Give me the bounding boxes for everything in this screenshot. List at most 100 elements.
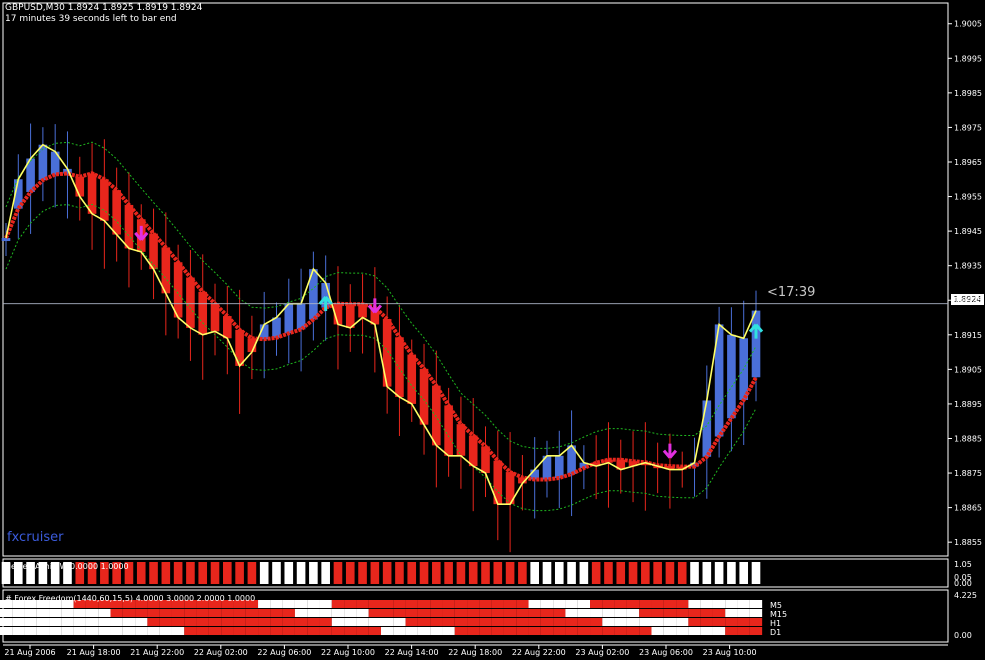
ff-cell: [245, 627, 259, 635]
ff-cell: [344, 609, 357, 617]
ha-bar: [653, 562, 662, 584]
ff-cell: [282, 600, 295, 608]
x-tick-label: 22 Aug 18:00: [448, 648, 502, 657]
ff-cell: [381, 600, 394, 608]
ha-bar: [505, 562, 515, 584]
ff-cell: [590, 618, 603, 626]
ff-cell: [196, 627, 209, 635]
ff-cell: [553, 600, 566, 608]
ha-bar: [345, 562, 355, 584]
ff-cell: [61, 609, 74, 617]
ff-cell: [737, 627, 750, 635]
ff-cell: [442, 600, 455, 608]
ha-bar: [444, 562, 453, 584]
ha-bar: [468, 562, 478, 584]
ff-cell: [602, 627, 615, 635]
ha-bar: [665, 562, 675, 584]
ha-bar: [456, 562, 466, 584]
candle-body: [1, 238, 11, 242]
forex-freedom-rows: [0, 600, 763, 635]
ff-cell: [565, 600, 578, 608]
ha-bar: [284, 562, 294, 584]
y-tick-label: 1.8935: [954, 262, 982, 271]
ff-cell: [688, 600, 701, 608]
ff-cell: [676, 627, 689, 635]
x-tick-label: 22 Aug 02:00: [194, 648, 248, 657]
ff-cell: [393, 627, 406, 635]
ff-cell: [12, 618, 25, 626]
x-tick-label: 23 Aug 02:00: [575, 648, 629, 657]
ff-cell: [577, 618, 591, 626]
ff-cell: [491, 609, 504, 617]
ff-cell: [381, 618, 394, 626]
ha-bar: [136, 562, 146, 584]
ff-cell: [307, 618, 320, 626]
ff-cell: [639, 600, 652, 608]
ff-cell: [270, 609, 283, 617]
ha-bar: [321, 562, 330, 584]
ff-cell: [331, 627, 345, 635]
candle-body: [38, 144, 48, 181]
ff-cell: [602, 618, 615, 626]
ff-cell: [159, 627, 172, 635]
ff-cell: [663, 627, 677, 635]
ff-cell: [467, 627, 480, 635]
ff-cell: [737, 600, 750, 608]
ff-cell: [540, 609, 554, 617]
ff-cell: [98, 618, 111, 626]
ff-cell: [36, 627, 50, 635]
x-tick-label: 23 Aug 10:00: [703, 648, 757, 657]
ff-cell: [467, 600, 480, 608]
ff-cell: [614, 618, 627, 626]
ff-cell: [24, 609, 37, 617]
ff-cell: [258, 600, 271, 608]
ff-cell: [565, 627, 578, 635]
ff-cell: [307, 600, 320, 608]
ff-cell: [516, 618, 529, 626]
ff-cell: [61, 627, 74, 635]
ff-cell: [614, 600, 627, 608]
ff-cell: [85, 609, 99, 617]
ha-bar: [542, 562, 552, 584]
ff-cell: [98, 609, 111, 617]
ff-cell: [110, 609, 123, 617]
forex-freedom-label: # Forex Freedom(1440,60,15,5) 4.0000 3.0…: [5, 594, 256, 603]
y-tick-label: 1.8945: [954, 227, 982, 236]
ff-cell: [540, 618, 554, 626]
candle-body: [100, 179, 109, 221]
ff-cell: [442, 609, 455, 617]
ff-cell: [577, 609, 591, 617]
ff-cell: [159, 618, 172, 626]
ha-bar: [481, 562, 490, 584]
ff-cell: [344, 600, 357, 608]
ha-bar: [186, 562, 195, 584]
ff-cell: [639, 627, 652, 635]
ff-cell: [282, 618, 295, 626]
heiken-ashi-label: Heiken Ashi SW 0.0000 1.0000: [5, 562, 129, 571]
x-tick-label: 22 Aug 22:00: [512, 648, 566, 657]
ind1-scale-label: 0.00: [954, 579, 972, 588]
price-chart[interactable]: 1.9005 1.8995 1.8985 1.8975 1.8965 1.8955 1.89…: [0, 0, 985, 660]
ha-bar: [309, 562, 318, 584]
ff-cell: [294, 600, 308, 608]
ff-cell: [368, 618, 381, 626]
ff-cell: [491, 600, 504, 608]
ha-bar: [296, 562, 306, 584]
ff-cell: [393, 618, 406, 626]
ff-cell: [577, 627, 591, 635]
ff-cell: [0, 609, 13, 617]
ff-cell: [528, 627, 541, 635]
ff-cell: [196, 618, 209, 626]
ff-cell: [725, 618, 738, 626]
ff-cell: [208, 609, 222, 617]
ff-cell: [614, 627, 627, 635]
ff-cell: [110, 618, 123, 626]
ff-cell: [0, 618, 13, 626]
ha-bar: [690, 562, 699, 584]
ff-cell: [12, 627, 25, 635]
y-tick-label: 1.8985: [954, 89, 982, 98]
ha-bar: [554, 562, 564, 584]
ha-bar: [493, 562, 503, 584]
ff-cell: [270, 618, 283, 626]
ff-cell: [319, 600, 332, 608]
